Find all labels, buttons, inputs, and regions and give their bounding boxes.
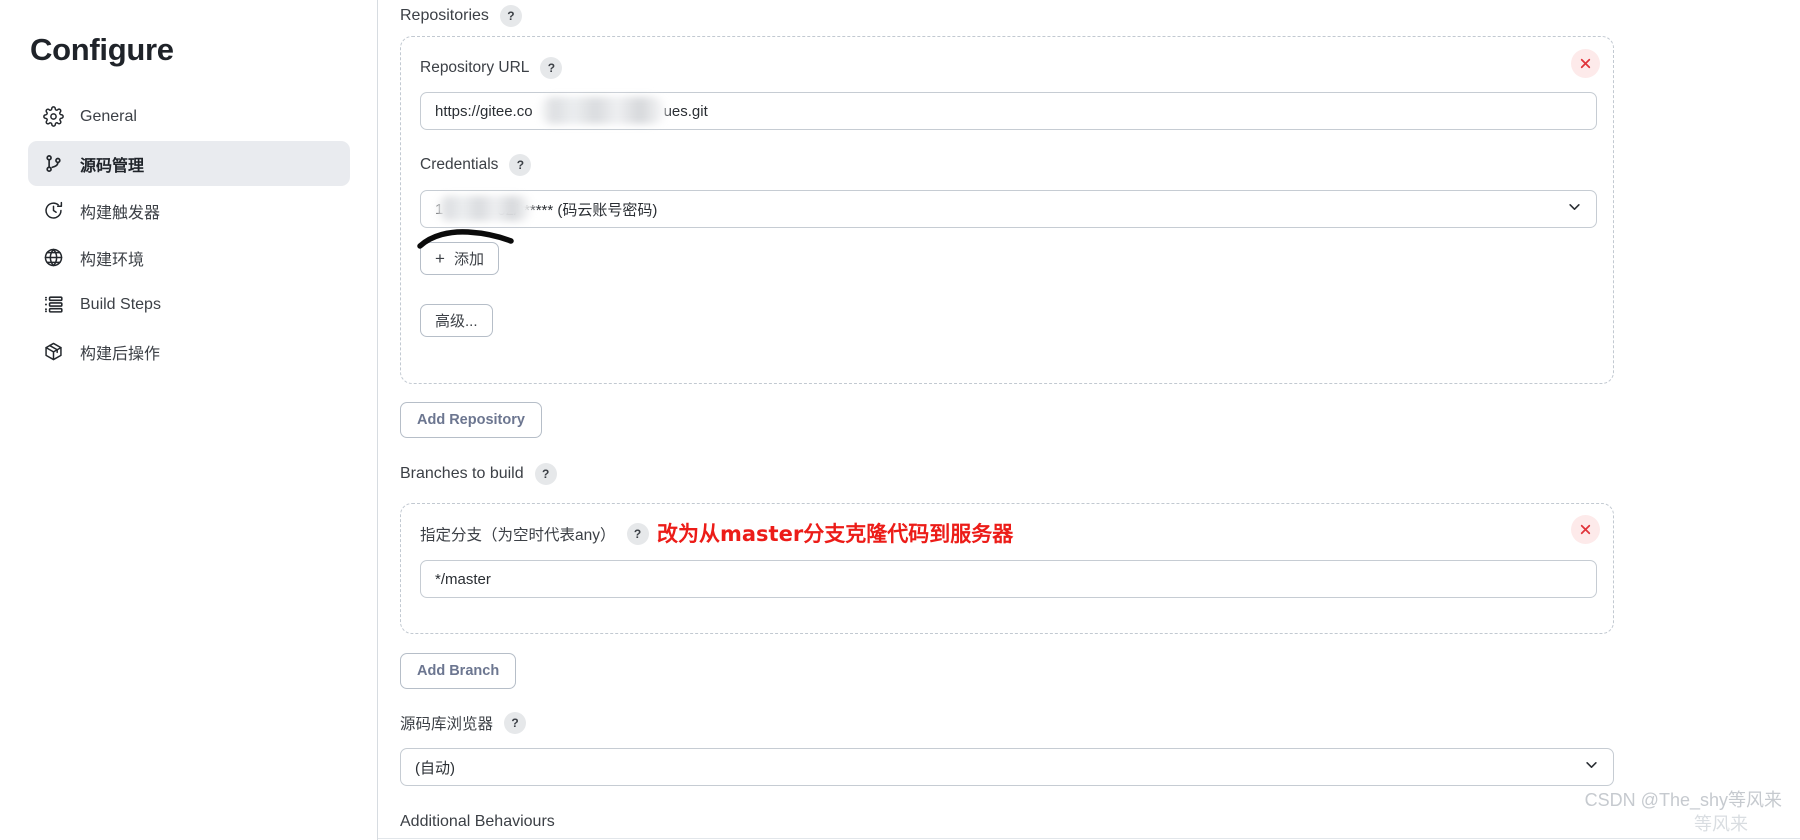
add-branch-button[interactable]: Add Branch [400, 653, 517, 689]
red-annotation-note: 改为从master分支克隆代码到服务器 [657, 522, 1014, 546]
repository-browser-label-row: 源码库浏览器 ? [400, 712, 527, 734]
plus-icon: + [435, 249, 445, 268]
repositories-help-icon[interactable]: ? [499, 5, 522, 27]
watermark-line1: CSDN @The_shy等风来 [1584, 790, 1782, 810]
additional-behaviours-header: Additional Behaviours [400, 813, 555, 831]
sidebar-item-source-code-management[interactable]: 源码管理 [28, 141, 350, 186]
branch-spec-help-icon[interactable]: ? [626, 523, 649, 545]
bottom-divider [378, 838, 1800, 839]
add-credentials-button[interactable]: + 添加 [420, 242, 499, 275]
repository-browser-value: (自动) [415, 759, 455, 777]
branches-label: Branches to build [400, 465, 524, 482]
gear-icon [42, 106, 64, 128]
sidebar-item-post-build-actions[interactable]: 构建后操作 [28, 329, 350, 374]
repositories-label: Repositories [400, 7, 489, 24]
watermark-line2: 等风来 [1694, 814, 1748, 834]
list-icon [42, 294, 64, 316]
repository-browser-help-icon[interactable]: ? [504, 712, 527, 734]
credentials-redaction [436, 196, 532, 221]
sidebar-item-build-steps[interactable]: Build Steps [28, 282, 350, 327]
main-content: Repositories ? Repository URL ? https://… [378, 0, 1800, 840]
repository-url-value-prefix: https://gitee.co [435, 102, 533, 120]
repository-url-label-row: Repository URL ? [420, 57, 563, 79]
additional-behaviours-label: Additional Behaviours [400, 813, 555, 830]
sidebar-item-label: 构建触发器 [80, 204, 161, 222]
branches-section-header: Branches to build ? [400, 463, 557, 485]
sidebar-item-label: General [80, 107, 137, 125]
branch-spec-value: */master [435, 570, 491, 588]
chevron-down-icon [1567, 200, 1582, 219]
sidebar-item-label: 源码管理 [80, 157, 145, 175]
branch-spec-input[interactable]: */master [420, 560, 1597, 598]
repositories-section-header: Repositories ? [400, 5, 522, 27]
repository-url-label: Repository URL [420, 59, 530, 76]
page-title: Configure [30, 32, 174, 67]
credentials-help-icon[interactable]: ? [509, 154, 532, 176]
sidebar-item-label: 构建后操作 [80, 345, 161, 363]
branches-help-icon[interactable]: ? [534, 463, 557, 485]
package-icon [42, 341, 64, 363]
repository-browser-select[interactable]: (自动) [400, 748, 1614, 786]
add-credentials-label: 添加 [453, 251, 484, 268]
advanced-label: 高级... [435, 313, 478, 330]
globe-icon [42, 247, 64, 269]
credentials-label: Credentials [420, 156, 499, 173]
sidebar-item-label: 构建环境 [80, 251, 145, 269]
repository-url-input-wrap: https://gitee.co ues.git [420, 92, 1597, 130]
credentials-select[interactable]: 102/****** (码云账号密码) [420, 190, 1597, 228]
source-branch-icon [42, 153, 64, 175]
branch-block: 指定分支（为空时代表any） ? 改为从master分支克隆代码到服务器 */m… [400, 503, 1614, 634]
screen-root: Configure General 源码管理 构建触发器 构建环境 Build … [0, 0, 1800, 840]
sidebar-nav: General 源码管理 构建触发器 构建环境 Build Steps 构建后操… [28, 94, 350, 374]
add-repository-label: Add Repository [417, 412, 525, 428]
branch-spec-label-row: 指定分支（为空时代表any） ? [420, 523, 649, 545]
repository-url-redaction [538, 97, 666, 124]
sidebar-item-build-environment[interactable]: 构建环境 [28, 235, 350, 280]
remove-branch-button[interactable] [1571, 515, 1600, 544]
credentials-select-wrap: 102/****** (码云账号密码) [420, 190, 1597, 228]
sidebar: Configure General 源码管理 构建触发器 构建环境 Build … [0, 0, 378, 840]
sidebar-item-general[interactable]: General [28, 94, 350, 139]
repository-browser-label: 源码库浏览器 [400, 716, 494, 733]
repository-url-value-suffix: ues.git [663, 102, 708, 120]
sidebar-item-build-triggers[interactable]: 构建触发器 [28, 188, 350, 233]
clock-icon [42, 200, 64, 222]
add-branch-label: Add Branch [417, 663, 500, 679]
chevron-down-icon [1584, 758, 1599, 777]
advanced-button[interactable]: 高级... [420, 304, 493, 337]
credentials-label-row: Credentials ? [420, 154, 532, 176]
add-credentials-wrap: + 添加 [417, 229, 514, 275]
add-repository-button[interactable]: Add Repository [400, 402, 542, 438]
branch-spec-label: 指定分支（为空时代表any） [420, 527, 616, 544]
repository-block: Repository URL ? https://gitee.co ues.git… [400, 36, 1614, 384]
remove-repository-button[interactable] [1571, 49, 1600, 78]
repository-url-help-icon[interactable]: ? [540, 57, 563, 79]
sidebar-item-label: Build Steps [80, 295, 161, 313]
